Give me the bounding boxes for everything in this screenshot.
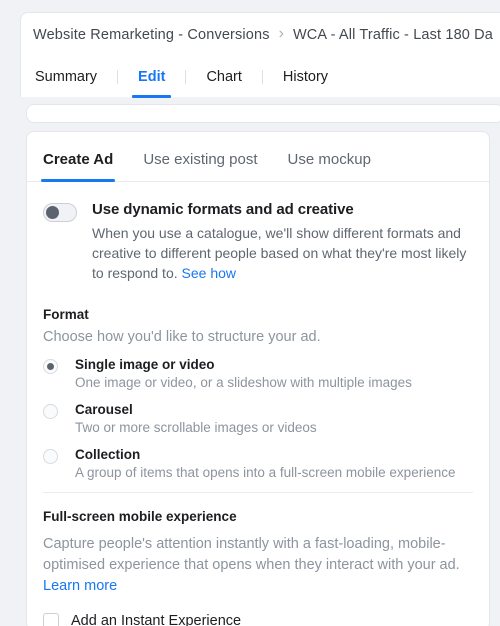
format-option-carousel[interactable]: Carousel Two or more scrollable images o…: [43, 402, 473, 435]
fullscreen-mobile-description-text: Capture people's attention instantly wit…: [43, 536, 460, 573]
format-option-collection[interactable]: Collection A group of items that opens i…: [43, 447, 473, 480]
format-option-description: A group of items that opens into a full-…: [75, 465, 456, 480]
chevron-right-icon: ›: [278, 25, 284, 42]
format-option-title: Collection: [75, 447, 141, 462]
tab-chart[interactable]: Chart: [204, 57, 243, 97]
tab-edit-label: Edit: [138, 69, 166, 85]
add-instant-experience-checkbox[interactable]: [43, 613, 59, 626]
create-ad-tabs: Create Ad Use existing post Use mockup: [27, 132, 489, 182]
format-option-title: Single image or video: [75, 357, 215, 372]
header-tabs: Summary Edit Chart History: [21, 57, 500, 98]
format-option-description: Two or more scrollable images or videos: [75, 420, 317, 435]
tab-history-label: History: [282, 69, 329, 85]
format-option-text: Carousel Two or more scrollable images o…: [75, 402, 317, 435]
fullscreen-mobile-title: Full-screen mobile experience: [43, 509, 237, 524]
section-divider: [43, 492, 473, 493]
format-options: Single image or video One image or video…: [43, 357, 473, 480]
create-ad-body: Use dynamic formats and ad creative When…: [27, 182, 489, 626]
breadcrumb: Website Remarketing - Conversions › WCA …: [21, 13, 500, 57]
create-ad-card: Create Ad Use existing post Use mockup U…: [26, 131, 490, 626]
tab-create-ad[interactable]: Create Ad: [40, 151, 116, 182]
tab-edit[interactable]: Edit: [131, 57, 172, 98]
tab-summary[interactable]: Summary: [33, 57, 99, 97]
add-instant-experience-label: Add an Instant Experience: [71, 613, 242, 626]
radio-single-image-or-video[interactable]: [43, 359, 58, 374]
format-option-description: One image or video, or a slideshow with …: [75, 375, 412, 390]
tab-summary-label: Summary: [35, 69, 98, 85]
toggle-knob-icon: [46, 206, 59, 219]
add-instant-experience-row[interactable]: Add an Instant Experience: [43, 613, 473, 626]
tab-divider: [185, 70, 187, 84]
tab-divider: [117, 70, 119, 84]
format-option-single-image-or-video[interactable]: Single image or video One image or video…: [43, 357, 473, 390]
format-option-text: Single image or video One image or video…: [75, 357, 412, 390]
tab-use-existing-post[interactable]: Use existing post: [143, 151, 257, 181]
radio-collection[interactable]: [43, 449, 58, 464]
header-card: Website Remarketing - Conversions › WCA …: [20, 12, 500, 98]
dynamic-formats-text: Use dynamic formats and ad creative When…: [92, 201, 473, 283]
breadcrumb-current[interactable]: WCA - All Traffic - Last 180 Da: [293, 27, 493, 43]
dynamic-formats-title: Use dynamic formats and ad creative: [92, 201, 354, 218]
see-how-link[interactable]: See how: [182, 265, 236, 281]
tab-use-existing-post-label: Use existing post: [143, 151, 258, 168]
format-option-text: Collection A group of items that opens i…: [75, 447, 455, 480]
format-subtitle: Choose how you'd like to structure your …: [43, 329, 321, 345]
tab-chart-label: Chart: [206, 69, 242, 85]
tab-history[interactable]: History: [281, 57, 330, 97]
fullscreen-mobile-description: Capture people's attention instantly wit…: [43, 534, 473, 597]
collapsed-section-card[interactable]: [26, 104, 500, 123]
radio-carousel[interactable]: [43, 404, 58, 419]
page-root: Website Remarketing - Conversions › WCA …: [0, 0, 500, 626]
tab-use-mockup-label: Use mockup: [287, 151, 371, 168]
dynamic-formats-toggle[interactable]: [43, 203, 77, 222]
dynamic-formats-description-text: When you use a catalogue, we'll show dif…: [92, 225, 467, 281]
format-label: Format: [43, 307, 89, 322]
breadcrumb-parent[interactable]: Website Remarketing - Conversions: [33, 27, 270, 43]
dynamic-formats-section: Use dynamic formats and ad creative When…: [43, 182, 473, 283]
format-option-title: Carousel: [75, 402, 133, 417]
tab-create-ad-label: Create Ad: [43, 151, 114, 168]
tab-use-mockup[interactable]: Use mockup: [288, 151, 371, 181]
tab-divider: [261, 70, 263, 84]
dynamic-formats-description: When you use a catalogue, we'll show dif…: [92, 223, 473, 283]
learn-more-link[interactable]: Learn more: [43, 578, 117, 594]
